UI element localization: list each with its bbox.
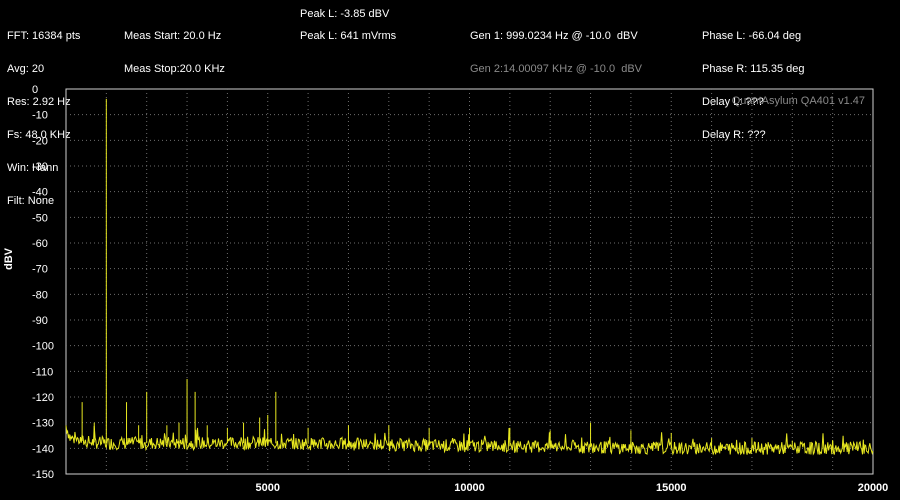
y-axis-ticks: 0 -10 -20 -30 -40 -50 -60 -70 -80 -90 -100 -110 -120…	[32, 84, 54, 481]
y-tick-label: -60	[32, 238, 48, 250]
y-tick-label: -80	[32, 289, 48, 301]
y-tick-label: -30	[32, 161, 48, 173]
y-axis-label: dBV	[3, 248, 15, 270]
spectrum-plot[interactable]: 0 -10 -20 -30 -40 -50 -60 -70 -80 -90 -100 -110 -120…	[0, 0, 900, 500]
y-tick-label: -100	[32, 341, 54, 353]
x-tick-label: 20000	[858, 482, 889, 494]
y-tick-label: -40	[32, 187, 48, 199]
y-tick-label: -110	[32, 366, 53, 378]
y-tick-label: -10	[32, 110, 48, 122]
y-tick-label: -120	[32, 392, 54, 404]
y-tick-label: -90	[32, 315, 48, 327]
x-tick-label: 15000	[656, 482, 687, 494]
y-tick-label: -50	[32, 212, 48, 224]
x-tick-label: 5000	[256, 482, 280, 494]
x-tick-label: 10000	[454, 482, 485, 494]
y-tick-label: 0	[32, 84, 38, 96]
y-tick-label: -20	[32, 135, 48, 147]
y-tick-label: -130	[32, 418, 54, 430]
y-tick-label: -70	[32, 264, 48, 276]
y-tick-label: -150	[32, 469, 54, 481]
watermark-label: QuantAsylum QA401 v1.47	[732, 95, 865, 107]
x-axis-ticks: 5000 10000 15000 20000	[256, 482, 889, 494]
y-tick-label: -140	[32, 443, 54, 455]
